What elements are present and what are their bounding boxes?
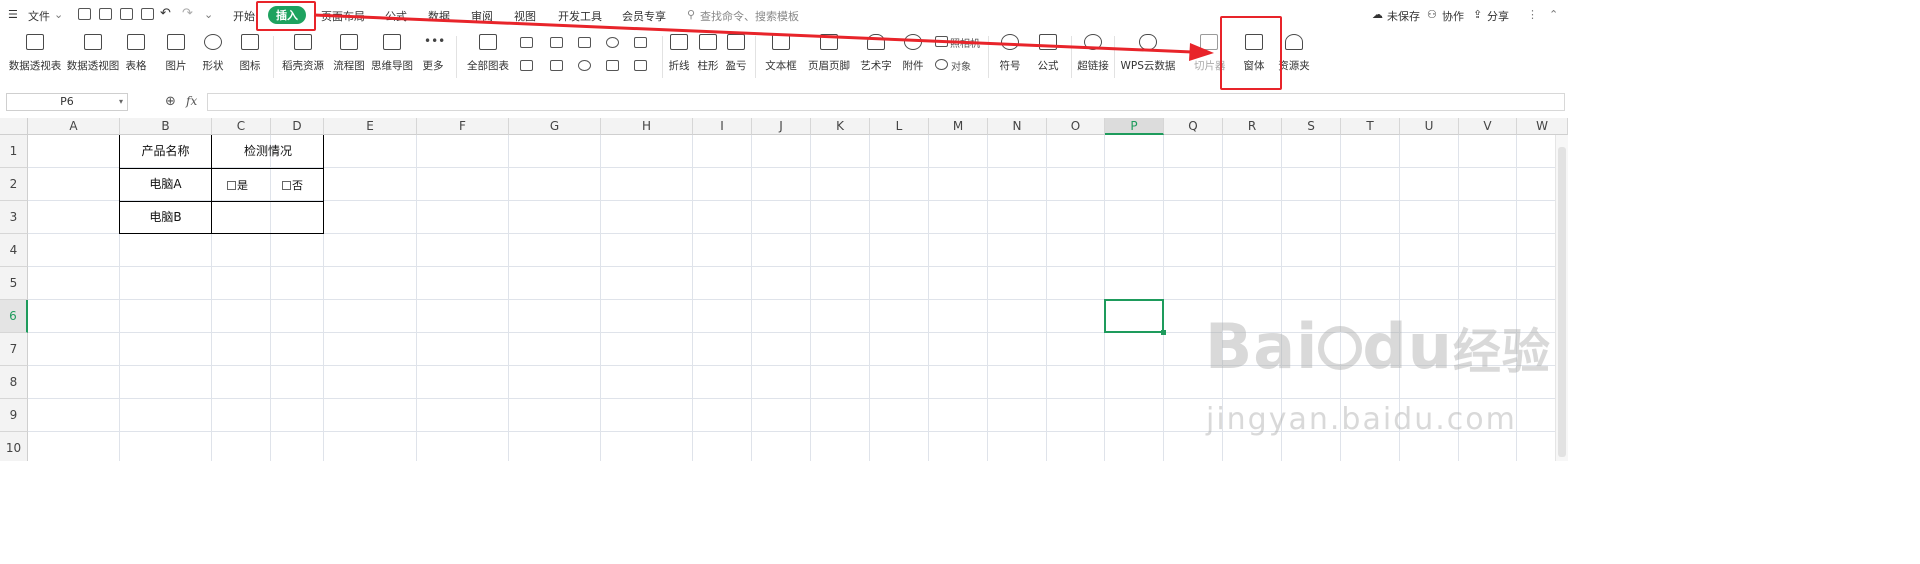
arrow-line (313, 13, 1193, 54)
annotation-arrow (313, 13, 1214, 61)
arrow-head (1189, 43, 1214, 61)
